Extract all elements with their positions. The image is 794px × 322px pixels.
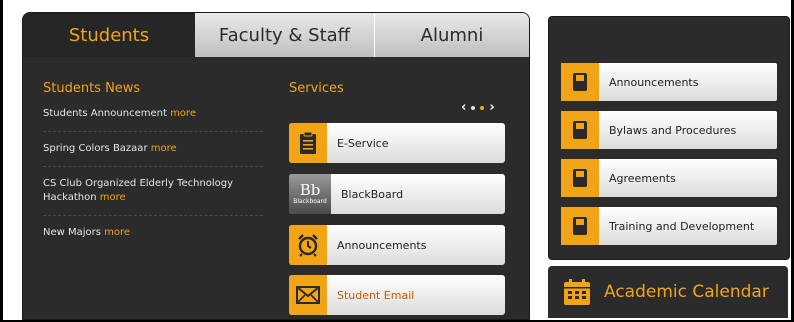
pager-dot-active[interactable] (480, 106, 485, 110)
calendar-icon (564, 279, 590, 305)
envelope-icon (289, 275, 327, 315)
quick-link-label: Agreements (609, 171, 676, 185)
alarm-clock-icon (289, 225, 327, 265)
book-icon (561, 63, 599, 101)
blackboard-logo-text: Blackboard (293, 198, 327, 205)
news-more-link[interactable]: more (104, 227, 130, 238)
pager-prev-button[interactable]: ‹ (461, 101, 466, 115)
news-item-text: Spring Colors Bazaar (43, 143, 148, 154)
book-icon (561, 207, 599, 245)
news-more-link[interactable]: more (151, 143, 177, 154)
service-label: BlackBoard (341, 187, 404, 201)
quick-link-training-development[interactable]: Training and Development (561, 207, 777, 245)
services-heading: Services (289, 81, 344, 96)
blackboard-logo: Bb Blackboard (289, 174, 331, 214)
news-item-text: New Majors (43, 227, 101, 238)
tab-alumni[interactable]: Alumni (375, 13, 529, 57)
clipboard-icon (289, 123, 327, 163)
quick-link-label: Announcements (609, 75, 699, 89)
news-item: New Majors more (43, 226, 263, 250)
service-label: Student Email (337, 288, 415, 302)
news-item-text: CS Club Organized Elderly Technology Hac… (43, 178, 234, 203)
service-e-service[interactable]: E-Service (289, 123, 505, 163)
audience-tabs: Students Faculty & Staff Alumni (23, 13, 529, 57)
students-panel: Students Faculty & Staff Alumni Students… (22, 12, 530, 320)
news-item: Spring Colors Bazaar more (43, 142, 263, 167)
book-icon (561, 111, 599, 149)
news-item-text: Students Announcement (43, 108, 167, 119)
service-label: Announcements (337, 238, 427, 252)
service-label: E-Service (337, 136, 389, 150)
academic-calendar-label: Academic Calendar (604, 282, 769, 302)
news-item: Students Announcement more (43, 107, 263, 132)
quick-link-agreements[interactable]: Agreements (561, 159, 777, 197)
news-item: CS Club Organized Elderly Technology Hac… (43, 177, 263, 216)
pager-dot[interactable] (471, 106, 476, 110)
tab-faculty-staff[interactable]: Faculty & Staff (195, 13, 375, 57)
tab-students[interactable]: Students (23, 13, 195, 57)
quick-link-announcements[interactable]: Announcements (561, 63, 777, 101)
news-more-link[interactable]: more (100, 192, 126, 203)
quick-link-bylaws-procedures[interactable]: Bylaws and Procedures (561, 111, 777, 149)
service-announcements[interactable]: Announcements (289, 225, 505, 265)
news-more-link[interactable]: more (170, 108, 196, 119)
quick-link-label: Bylaws and Procedures (609, 123, 737, 137)
academic-calendar-link[interactable]: Academic Calendar (548, 266, 788, 318)
students-news-heading: Students News (43, 81, 141, 96)
service-blackboard[interactable]: Bb Blackboard BlackBoard (289, 174, 505, 214)
services-pager: ‹ › (461, 101, 509, 115)
frame-left-edge (0, 0, 3, 322)
quick-links-panel: Announcements Bylaws and Procedures Agre… (548, 16, 790, 260)
quick-link-label: Training and Development (609, 219, 755, 233)
blackboard-logo-mark: Bb (299, 181, 321, 199)
news-list: Students Announcement more Spring Colors… (43, 107, 263, 260)
service-student-email[interactable]: Student Email (289, 275, 505, 315)
book-icon (561, 159, 599, 197)
pager-next-button[interactable]: › (489, 101, 494, 115)
